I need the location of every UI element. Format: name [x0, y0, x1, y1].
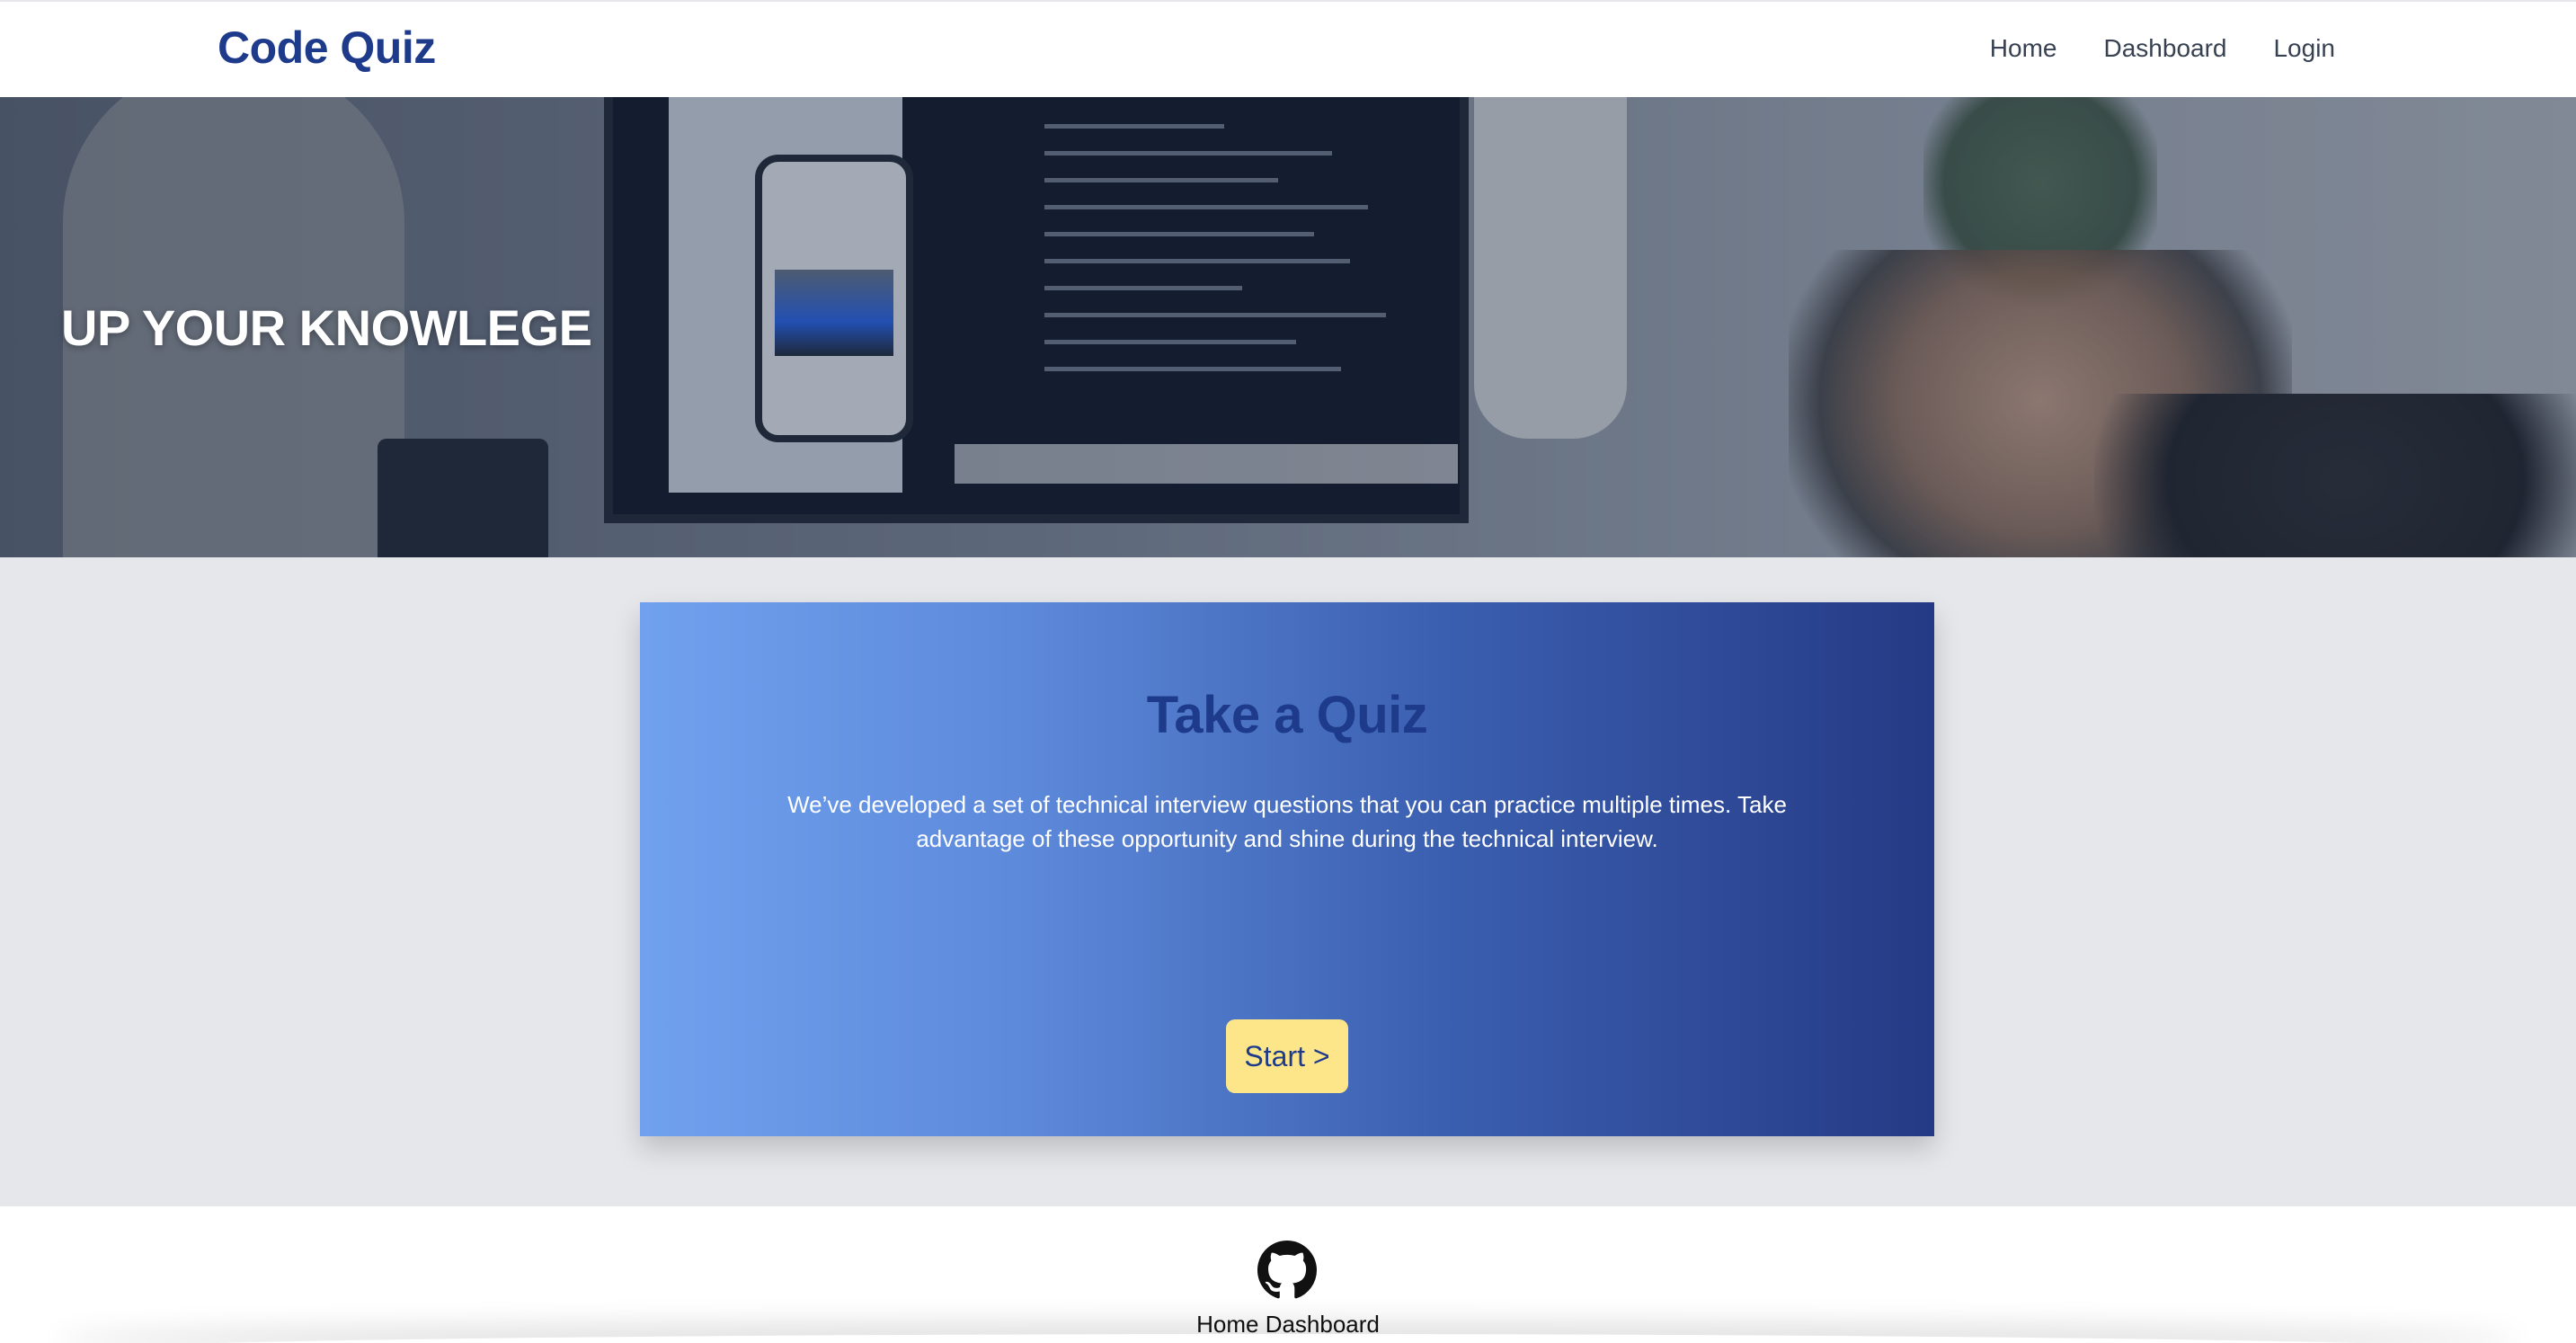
nav-links: Home Dashboard Login: [1990, 34, 2335, 63]
footer: Home Dashboard: [0, 1206, 2576, 1343]
nav-link-login[interactable]: Login: [2273, 34, 2335, 63]
quiz-description: We’ve developed a set of technical inter…: [787, 791, 1787, 852]
github-icon[interactable]: [1257, 1241, 1317, 1300]
hero-banner: UP YOUR KNOWLEGE: [0, 97, 2576, 557]
top-navbar: Code Quiz Home Dashboard Login: [0, 0, 2576, 97]
brand-logo[interactable]: Code Quiz: [218, 22, 436, 74]
start-button[interactable]: Start >: [1226, 1019, 1348, 1093]
quiz-title: Take a Quiz: [1146, 686, 1428, 744]
hero-title: UP YOUR KNOWLEGE: [61, 299, 592, 356]
nav-link-home[interactable]: Home: [1990, 34, 2057, 63]
nav-link-dashboard[interactable]: Dashboard: [2104, 34, 2227, 63]
quiz-card: Take a Quiz We’ve developed a set of tec…: [640, 602, 1934, 1136]
